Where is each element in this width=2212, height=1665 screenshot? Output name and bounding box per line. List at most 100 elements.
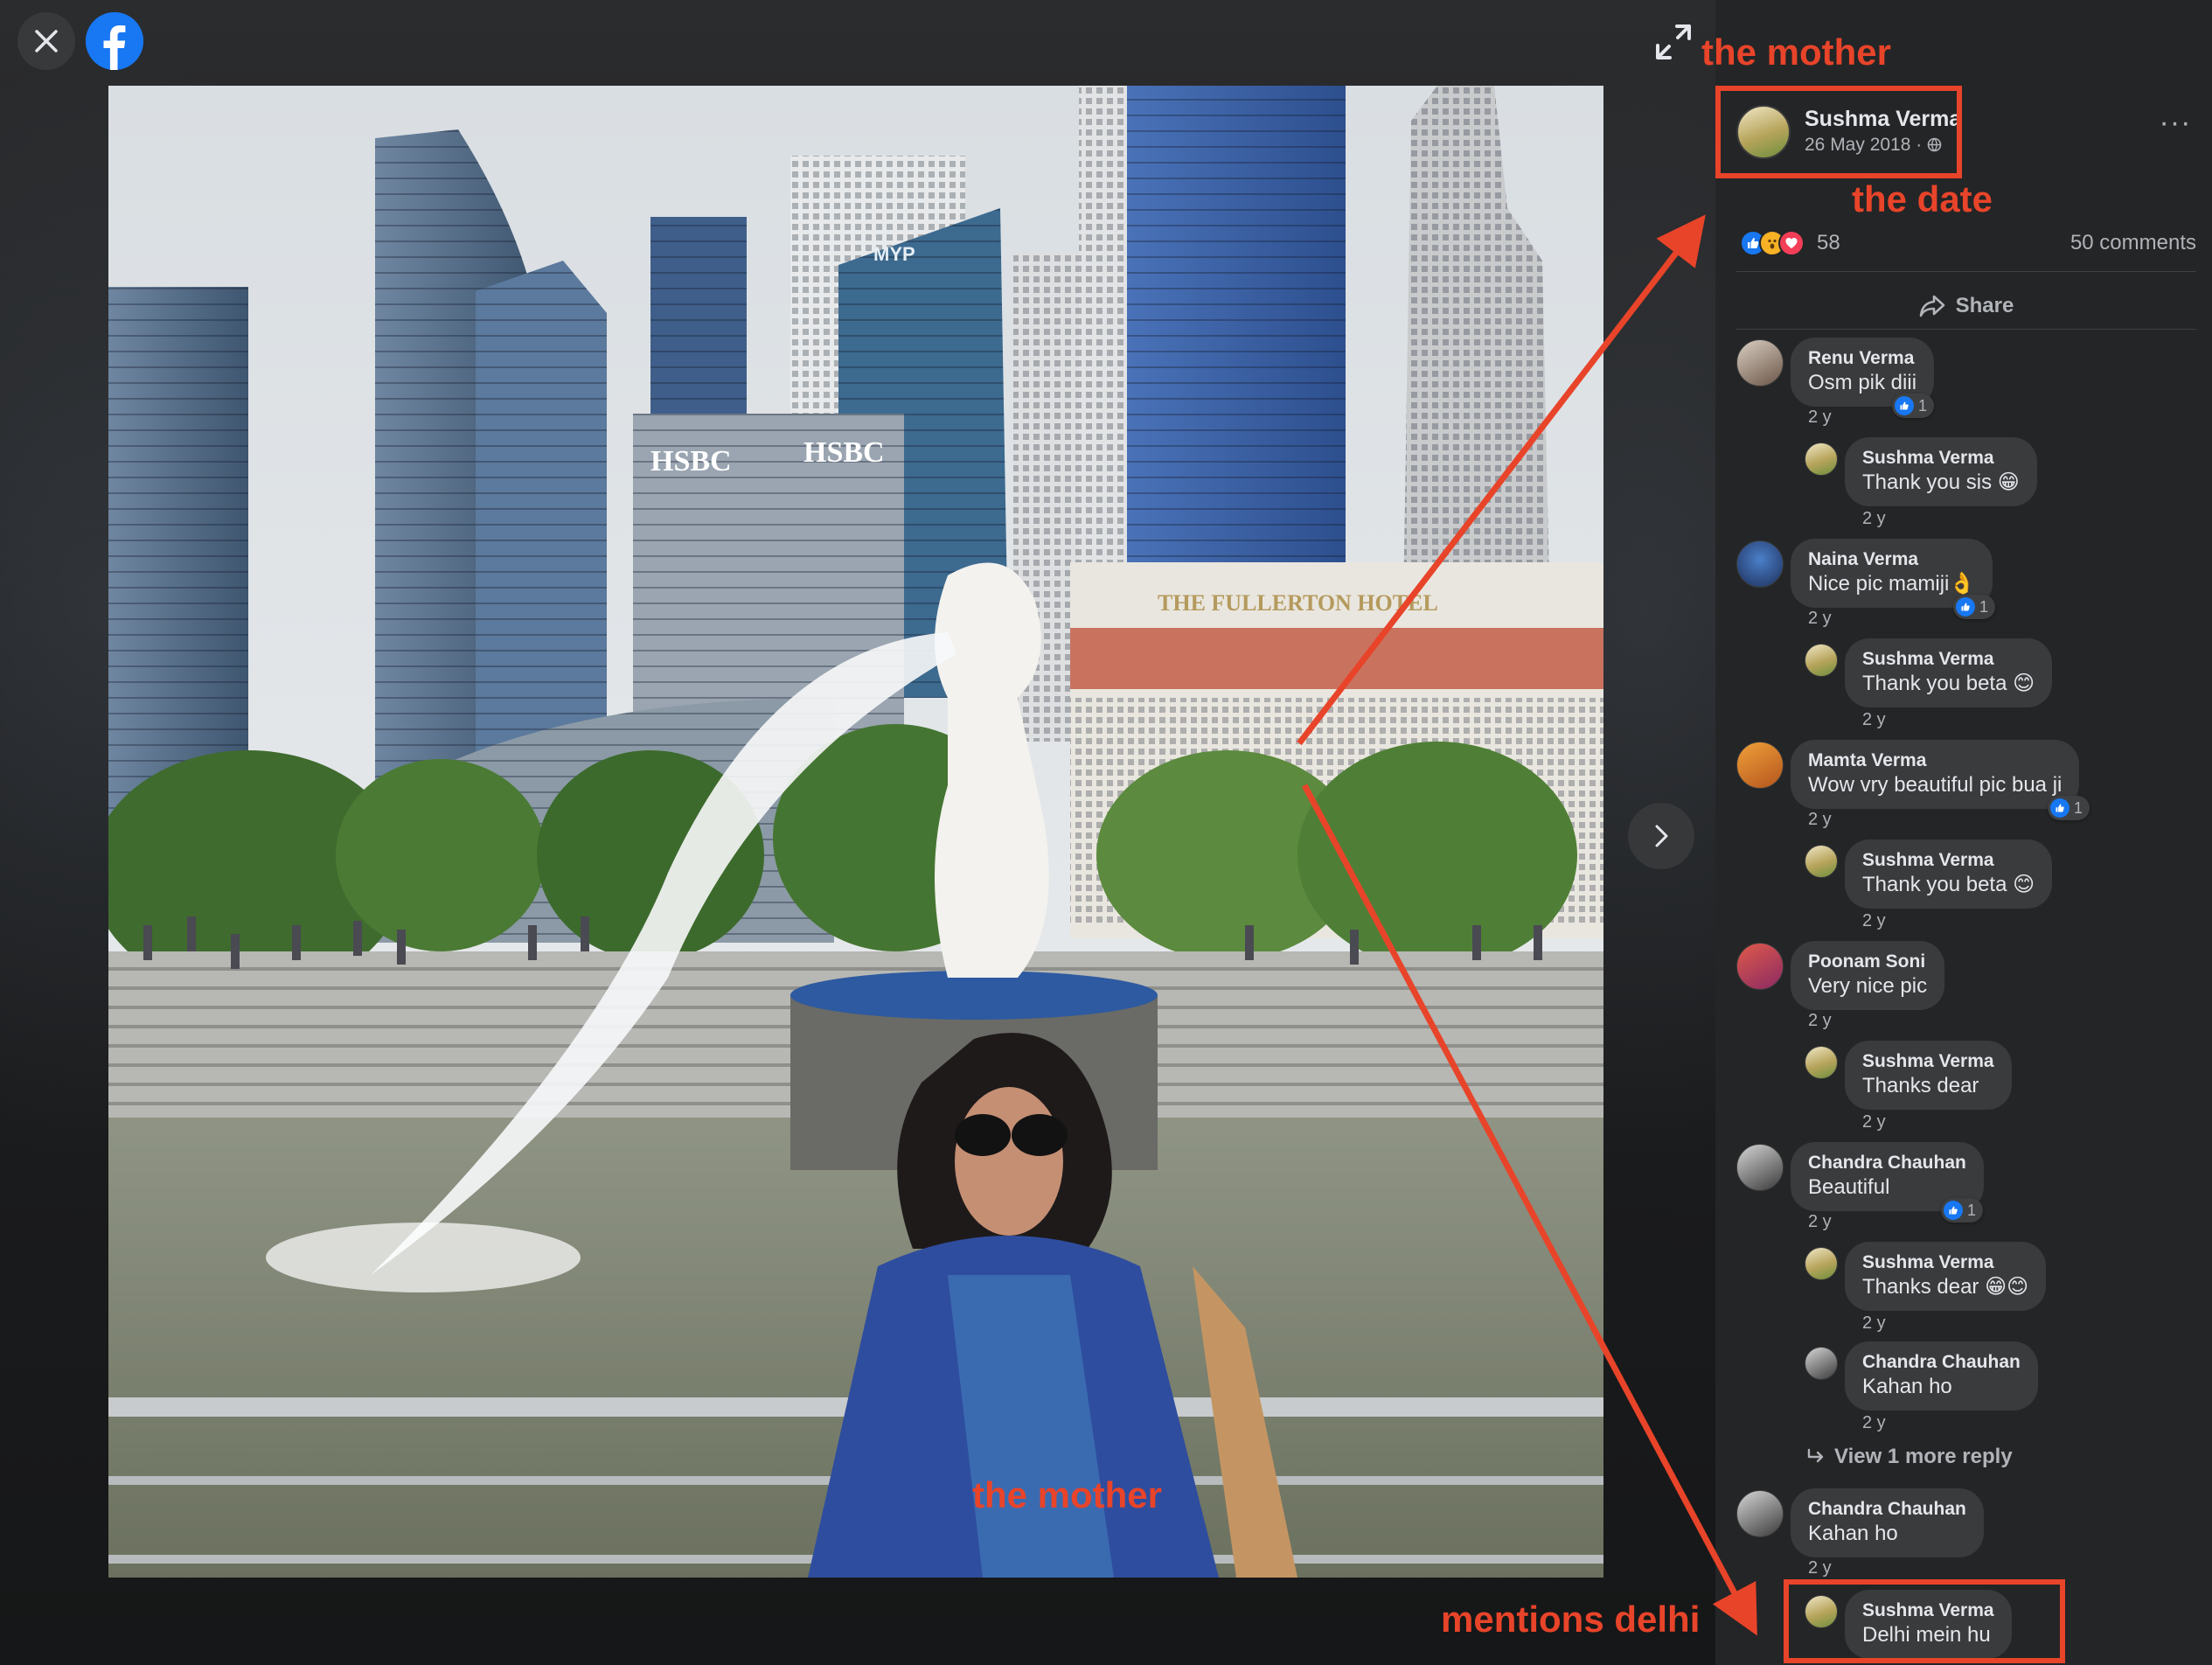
like-count: 1 (1918, 396, 1928, 415)
commenter-avatar[interactable] (1805, 845, 1838, 878)
divider (1736, 271, 2196, 272)
comment-time[interactable]: 2 y (1808, 810, 1832, 830)
comment-time[interactable]: 2 y (1862, 509, 1886, 529)
like-icon (1956, 597, 1975, 617)
comment-text: Osm pik diii (1808, 371, 1917, 394)
comment-text: Thank you sis 😁 (1862, 470, 2020, 494)
share-button[interactable]: Share (1736, 282, 2196, 331)
comment-time[interactable]: 2 y (1808, 1212, 1832, 1232)
comment-text: Thanks dear 😁😊 (1862, 1275, 2029, 1299)
comment-bubble: Sushma Verma Thanks dear 😁😊 (1845, 1242, 2047, 1311)
close-icon (35, 30, 58, 52)
hsbc-sign-2: HSBC (803, 436, 885, 469)
comment-bubble: Chandra Chauhan Kahan ho (1791, 1488, 1984, 1557)
comment-time[interactable]: 2 y (1862, 1112, 1886, 1132)
commenter-avatar[interactable] (1736, 1144, 1784, 1191)
view-more-replies-link[interactable]: View 1 more reply (1806, 1445, 2013, 1469)
comment-time[interactable]: 2 y (1808, 609, 1832, 629)
comment-text: Very nice pic (1808, 974, 1928, 998)
comment-time[interactable]: 2 y (1808, 1011, 1832, 1031)
comment-time[interactable]: 2 y (1862, 1413, 1886, 1433)
commenter-name[interactable]: Sushma Verma (1862, 1250, 2028, 1274)
commenter-avatar[interactable] (1736, 742, 1784, 789)
commenter-avatar[interactable] (1736, 1490, 1784, 1537)
comment-text: Beautiful (1808, 1175, 1890, 1199)
commenter-name[interactable]: Poonam Soni (1808, 950, 1927, 973)
annotation-the-mother-top: the mother (1701, 31, 1892, 73)
view-more-label[interactable]: View 1 more reply (1834, 1445, 2013, 1468)
delhi-highlight-box (1784, 1579, 2065, 1663)
commenter-name[interactable]: Sushma Verma (1862, 647, 2035, 671)
comment-bubble: Poonam Soni Very nice pic (1791, 941, 1945, 1010)
comment-time[interactable]: 2 y (1862, 710, 1886, 730)
author-highlight-box (1715, 86, 1962, 178)
commenter-avatar[interactable] (1736, 943, 1784, 990)
like-count: 1 (1967, 1201, 1977, 1219)
commenter-name[interactable]: Sushma Verma (1862, 1049, 1994, 1073)
share-arrow-icon (1919, 295, 1944, 317)
comment-text: Thank you beta 😊 (1862, 672, 2035, 695)
comment-bubble: Mamta Verma Wow vry beautiful pic bua ji (1791, 740, 2080, 809)
post-options-button[interactable]: ··· (2158, 108, 2193, 149)
comment-like-count[interactable]: 1 (1892, 394, 1935, 418)
commenter-name[interactable]: Naina Verma (1808, 547, 1975, 571)
post-photo: HSBC HSBC MYP THE FULLERTON HOTEL (108, 86, 1603, 1578)
commenter-avatar[interactable] (1805, 442, 1838, 476)
expand-icon (1656, 24, 1691, 59)
commenter-avatar[interactable] (1736, 540, 1784, 588)
comment-bubble: Sushma Verma Thank you beta 😊 (1845, 839, 2053, 909)
reactions-summary[interactable]: 58 (1740, 229, 1840, 257)
comments-count[interactable]: 50 comments (2070, 231, 2196, 255)
commenter-avatar[interactable] (1805, 644, 1838, 677)
comment-text: Wow vry beautiful pic bua ji (1808, 773, 2062, 797)
comment-text: Kahan ho (1808, 1522, 1898, 1545)
commenter-avatar[interactable] (1805, 1247, 1838, 1280)
commenter-name[interactable]: Sushma Verma (1862, 848, 2035, 872)
comment-time[interactable]: 2 y (1808, 408, 1832, 428)
share-label: Share (1955, 294, 2014, 317)
like-icon (1944, 1201, 1963, 1220)
comment-like-count[interactable]: 1 (1953, 595, 1996, 619)
commenter-name[interactable]: Chandra Chauhan (1808, 1497, 1966, 1521)
fullerton-sign: THE FULLERTON HOTEL (1158, 590, 1438, 616)
comment-bubble: Sushma Verma Thank you beta 😊 (1845, 638, 2053, 707)
hsbc-sign-1: HSBC (650, 445, 732, 477)
commenter-name[interactable]: Chandra Chauhan (1808, 1151, 1966, 1174)
comment-bubble: Chandra Chauhan Kahan ho (1845, 1341, 2038, 1411)
comment-text: Nice pic mamiji👌 (1808, 572, 1976, 596)
reply-arrow-icon (1807, 1448, 1824, 1463)
commenter-name[interactable]: Chandra Chauhan (1862, 1350, 2021, 1374)
comment-text: Thank you beta 😊 (1862, 873, 2035, 896)
like-count: 1 (2074, 798, 2083, 817)
comment-bubble: Sushma Verma Thank you sis 😁 (1845, 437, 2037, 506)
facebook-logo-icon[interactable] (86, 12, 143, 70)
fullscreen-button[interactable] (1652, 21, 1694, 63)
myp-sign: MYP (873, 243, 915, 265)
commenter-name[interactable]: Sushma Verma (1862, 446, 2020, 470)
next-photo-button[interactable] (1628, 803, 1694, 869)
comment-like-count[interactable]: 1 (1941, 1198, 1984, 1223)
commenter-name[interactable]: Renu Verma (1808, 346, 1916, 370)
annotation-mentions-delhi: mentions delhi (1441, 1599, 1701, 1640)
comment-like-count[interactable]: 1 (2048, 796, 2090, 820)
photo-viewer: HSBC HSBC MYP THE FULLERTON HOTEL (0, 0, 1715, 1665)
comment-time[interactable]: 2 y (1862, 1313, 1886, 1334)
comment-time[interactable]: 2 y (1808, 1558, 1832, 1578)
like-count: 1 (1979, 597, 1989, 616)
annotation-the-date: the date (1852, 178, 1993, 219)
comment-text: Kahan ho (1862, 1375, 1952, 1398)
commenter-avatar[interactable] (1805, 1347, 1838, 1380)
like-icon (2050, 798, 2069, 818)
comment-bubble: Sushma Verma Thanks dear (1845, 1041, 2012, 1110)
chevron-right-icon (1655, 825, 1668, 847)
love-reaction-icon (1778, 230, 1805, 256)
reaction-count[interactable]: 58 (1817, 231, 1840, 255)
annotation-the-mother-photo: the mother (972, 1474, 1163, 1515)
commenter-avatar[interactable] (1805, 1046, 1838, 1079)
close-button[interactable] (17, 12, 75, 70)
commenter-avatar[interactable] (1736, 339, 1784, 387)
comment-time[interactable]: 2 y (1862, 911, 1886, 931)
like-icon (1895, 396, 1914, 415)
commenter-name[interactable]: Mamta Verma (1808, 749, 2062, 772)
divider (1736, 329, 2196, 330)
